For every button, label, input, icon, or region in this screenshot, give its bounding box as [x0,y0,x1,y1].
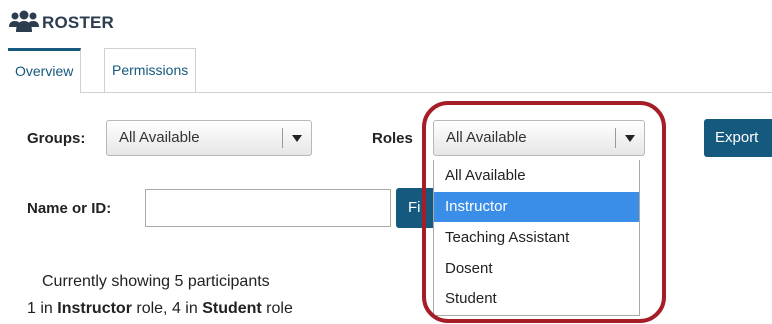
role-breakdown: 1 in Instructor role, 4 in Student role [27,300,293,318]
page-title: ROSTER [42,13,115,32]
roles-select[interactable]: All Available [433,120,645,156]
select-divider [615,128,616,148]
roles-option-all-available[interactable]: All Available [434,161,639,191]
groups-label: Groups: [27,130,86,147]
roles-option-student[interactable]: Student [434,284,639,314]
participant-count: Currently showing 5 participants [42,273,270,290]
roles-select-value: All Available [446,129,527,146]
tab-permissions[interactable]: Permissions [104,48,197,92]
export-button[interactable]: Export [704,119,772,157]
groups-select[interactable]: All Available [106,120,312,156]
roles-option-dosent[interactable]: Dosent [434,254,639,284]
role-breakdown-mid: role, 4 in [131,300,203,317]
tab-overview[interactable]: Overview [8,48,82,93]
groups-select-value: All Available [119,129,200,146]
role-breakdown-suffix: role [261,300,293,317]
find-button[interactable]: Fi [396,188,436,228]
role-instructor: Instructor [57,300,132,317]
role-student: Student [202,300,262,317]
chevron-down-icon [292,135,302,142]
tab-bar: Overview Permissions [8,48,772,93]
roles-label: Roles [372,130,413,147]
role-breakdown-prefix: 1 in [27,300,58,317]
roles-option-instructor[interactable]: Instructor [434,192,639,222]
name-or-id-label: Name or ID: [27,200,112,217]
chevron-down-icon [625,135,635,142]
roles-dropdown-list: All Available Instructor Teaching Assist… [433,160,640,316]
roles-option-teaching-assistant[interactable]: Teaching Assistant [434,223,639,253]
select-divider [282,128,283,148]
users-icon [9,10,39,32]
name-or-id-input[interactable] [145,189,391,227]
